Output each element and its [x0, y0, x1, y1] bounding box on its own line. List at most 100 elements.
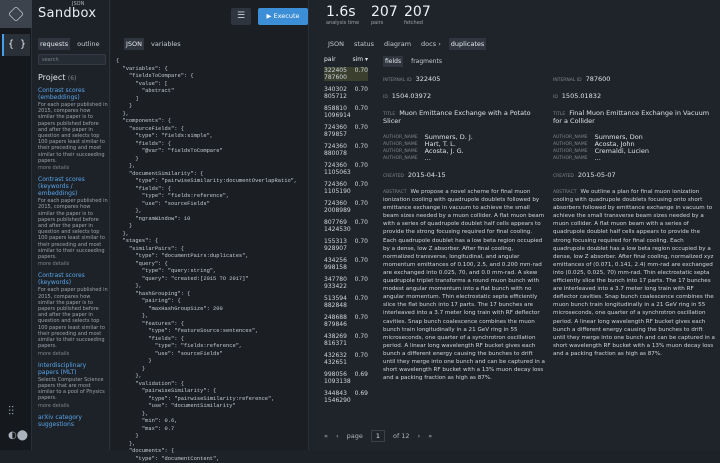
more-details-link[interactable]: more details [38, 403, 108, 409]
tab-docs[interactable]: docs › [419, 38, 443, 50]
list-icon[interactable]: ☰ [231, 8, 251, 25]
pair-sim: 0.70 [355, 276, 368, 283]
code-line: "type": "documentContent", [116, 456, 306, 463]
app-title-superscript: JSON [72, 1, 84, 7]
json-editor-icon[interactable]: { } [2, 34, 30, 56]
last-page-button[interactable]: » [428, 432, 432, 440]
tab-outline[interactable]: outline [75, 38, 101, 50]
pair-id-a: 724360 [324, 181, 351, 188]
project-name[interactable]: arXiv category suggestions [38, 414, 108, 428]
code-line: }, [116, 313, 306, 321]
more-details-link[interactable]: more details [38, 165, 108, 171]
pair-id-b: 1105190 [324, 188, 351, 195]
abstract-text: We outline a plan for final muon ionizat… [553, 189, 715, 357]
more-details-link[interactable]: more details [38, 261, 108, 267]
pair-row[interactable]: 4342569981580.70 [324, 257, 368, 271]
settings-sliders-icon[interactable]: ⫶⫶ [8, 404, 14, 419]
tab-status[interactable]: status [352, 38, 376, 50]
pair-sim: 0.70 [355, 295, 368, 302]
authors-field: AUTHOR_NAMEAUTHOR_NAMEAUTHOR_NAMEAUTHOR_… [383, 134, 545, 162]
theme-toggle-icon[interactable]: ◐⬤ [8, 430, 28, 441]
json-code-editor[interactable]: { "variables": { "fieldsToCompare": { "v… [116, 58, 306, 463]
tab-fields[interactable]: fields [383, 56, 403, 67]
pair-row[interactable]: 724360879857 0.70 [324, 124, 368, 138]
code-line: "fields": { [116, 186, 306, 194]
pair-ids: 8588101096914 [324, 105, 351, 119]
tab-requests[interactable]: requests [38, 38, 70, 50]
author-names: Summers, DonAcosta, JohnCremaldi, Lucien… [595, 134, 649, 162]
pair-id-b: 805712 [324, 93, 347, 100]
code-line: "type": "fields:simple", [116, 133, 306, 141]
code-line: "validation": { [116, 381, 306, 389]
project-name[interactable]: Interdisciplinary papers (MLT) [38, 362, 108, 376]
pair-row[interactable]: 72436020089890.70 [324, 200, 368, 214]
pair-row[interactable]: 2486888798460.70 [324, 314, 368, 328]
pair-column-header[interactable]: pair [324, 56, 336, 63]
pair-row[interactable]: 85881010969140.70 [324, 105, 368, 119]
code-line: "fieldsToCompare": { [116, 73, 306, 81]
pair-ids: 432632432651 [324, 352, 347, 366]
author-labels: AUTHOR_NAMEAUTHOR_NAMEAUTHOR_NAMEAUTHOR_… [553, 134, 592, 162]
code-line: } [116, 103, 306, 111]
execute-button[interactable]: ▶ Execute [258, 8, 308, 25]
more-details-link[interactable]: more details [38, 351, 108, 357]
pair-row[interactable]: 99805610931380.69 [324, 371, 368, 385]
editor-tabs: JSON variables [124, 38, 183, 50]
title-field: TITLEMuon Emittance Exchange with a Pota… [383, 109, 545, 125]
tab-variables[interactable]: variables [149, 38, 183, 50]
pair-id-b: 1096914 [324, 112, 351, 119]
project-name[interactable]: Contrast scores (keywords) [38, 272, 108, 286]
code-line: } [116, 223, 306, 231]
tab-json[interactable]: JSON [326, 38, 346, 50]
pair-row[interactable]: 3403028057120.70 [324, 86, 368, 100]
code-line: "value": [ [116, 81, 306, 89]
pair-row[interactable]: 4326324326510.70 [324, 352, 368, 366]
pair-row[interactable]: 34484315462900.69 [324, 390, 368, 404]
code-line: }, [116, 208, 306, 216]
project-list: Contrast scores (embeddings)For each pap… [38, 87, 108, 428]
pair-sim: 0.70 [355, 124, 368, 131]
project-name[interactable]: Contrast scores (keywords / embeddings) [38, 176, 108, 197]
pair-sim: 0.69 [355, 390, 368, 397]
page-input[interactable]: 1 [371, 430, 385, 442]
project-name[interactable]: Contrast scores (embeddings) [38, 87, 108, 101]
icon-rail: { } ⫶⫶ ◐⬤ [0, 0, 32, 450]
pair-row[interactable]: 72436011050630.70 [324, 162, 368, 176]
first-page-button[interactable]: « [324, 432, 328, 440]
pair-id-a: 807769 [324, 219, 351, 226]
abstract-field: ABSTRACTWe outline a plan for final muon… [553, 188, 715, 358]
search-input[interactable]: search [38, 54, 106, 65]
pair-row[interactable]: 80776914245300.70 [324, 219, 368, 233]
pair-row[interactable]: 5135948828480.70 [324, 295, 368, 309]
code-line: "features": { [116, 321, 306, 329]
pair-ids: 155313928907 [324, 238, 347, 252]
field-label: AUTHOR_NAME [383, 155, 418, 162]
pair-ids: 724360879857 [324, 124, 347, 138]
pair-sim: 0.70 [355, 143, 368, 150]
pair-row[interactable]: 4382698163710.70 [324, 333, 368, 347]
code-line: "use": "documentSimilarity" [116, 403, 306, 411]
pair-row[interactable]: 3477809334220.70 [324, 276, 368, 290]
pair-row[interactable]: 7243601105190 0.70 [324, 181, 368, 195]
sim-column-header[interactable]: sim ▾ [352, 56, 368, 63]
tab-diagram[interactable]: diagram [382, 38, 413, 50]
code-line: ] [116, 96, 306, 104]
sim-label: sim [352, 56, 363, 63]
tab-json[interactable]: JSON [124, 38, 144, 50]
stat-value: 207 [404, 4, 431, 20]
code-line: "type": "fields:reference", [116, 343, 306, 351]
created-field: CREATED2015-04-15 [383, 171, 545, 179]
tab-duplicates[interactable]: duplicates [449, 38, 486, 50]
prev-page-button[interactable]: ‹ [336, 432, 339, 440]
pair-sim: 0.70 [355, 181, 368, 188]
pair-id-a: 513594 [324, 295, 347, 302]
code-line: "type": "featureSource:sentences", [116, 328, 306, 336]
next-page-button[interactable]: › [418, 432, 421, 440]
code-line: "max": 0.7 [116, 426, 306, 434]
pair-row[interactable]: 7243608800780.70 [324, 143, 368, 157]
pair-row[interactable]: 3224057876000.70 [324, 67, 368, 81]
tab-fragments[interactable]: fragments [409, 56, 444, 67]
code-line: "@var": "fieldsToCompare" [116, 148, 306, 156]
pair-row[interactable]: 1553139289070.70 [324, 238, 368, 252]
pair-sim: 0.70 [355, 257, 368, 264]
